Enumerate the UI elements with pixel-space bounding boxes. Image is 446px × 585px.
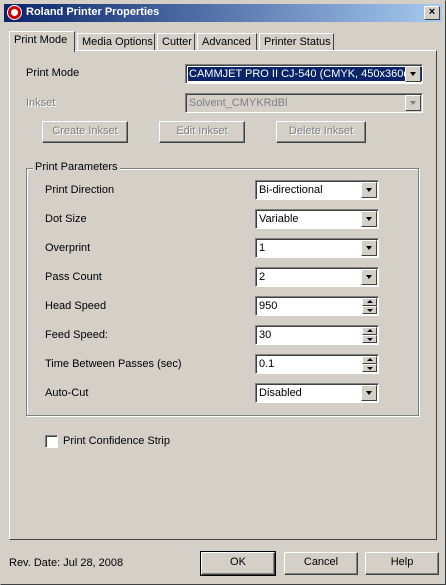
- tab-print-mode[interactable]: Print Mode: [9, 31, 75, 52]
- spin-down-icon[interactable]: [362, 335, 377, 343]
- chevron-down-icon[interactable]: [361, 385, 377, 401]
- feed-speed-label: Feed Speed:: [45, 329, 108, 341]
- rev-date-text: Rev. Date: Jul 28, 2008: [9, 557, 124, 569]
- spin-up-icon[interactable]: [362, 298, 377, 306]
- pass-count-value: 2: [259, 271, 266, 283]
- spin-down-icon[interactable]: [362, 306, 377, 314]
- tab-media-options[interactable]: Media Options: [77, 33, 155, 51]
- chevron-down-icon[interactable]: [361, 269, 377, 285]
- title-bar[interactable]: Roland Printer Properties ×: [4, 4, 442, 22]
- spin-up-icon[interactable]: [362, 356, 377, 364]
- print-mode-value: CAMMJET PRO II CJ-540 (CMYK, 450x360dpi): [187, 66, 422, 82]
- chevron-down-icon[interactable]: [361, 182, 377, 198]
- time-between-passes-value: 0.1: [259, 358, 275, 370]
- chevron-down-icon[interactable]: [405, 66, 421, 82]
- feed-speed-value: 30: [259, 329, 272, 341]
- feed-speed-spin-buttons: [362, 327, 377, 343]
- inkset-select[interactable]: Solvent_CMYKRdBl: [185, 93, 423, 113]
- print-mode-select[interactable]: CAMMJET PRO II CJ-540 (CMYK, 450x360dpi): [185, 64, 423, 84]
- head-speed-spin-buttons: [362, 298, 377, 314]
- inkset-label: Inkset: [26, 97, 56, 109]
- print-direction-value: Bi-directional: [259, 184, 323, 196]
- time-between-passes-spinner[interactable]: 0.1: [255, 354, 379, 374]
- auto-cut-value: Disabled: [259, 387, 302, 399]
- spin-up-icon[interactable]: [362, 327, 377, 335]
- time-between-passes-label: Time Between Passes (sec): [45, 358, 182, 370]
- roland-logo-icon: [7, 5, 22, 20]
- overprint-select[interactable]: 1: [255, 238, 379, 258]
- head-speed-value: 950: [259, 300, 278, 312]
- head-speed-label: Head Speed: [45, 300, 107, 312]
- time-between-passes-spin-buttons: [362, 356, 377, 372]
- print-parameters-legend: Print Parameters: [33, 161, 120, 173]
- overprint-label: Overprint: [45, 242, 91, 254]
- print-direction-select[interactable]: Bi-directional: [255, 180, 379, 200]
- tab-printer-status[interactable]: Printer Status: [259, 33, 334, 51]
- delete-inkset-button[interactable]: Delete Inkset: [276, 121, 366, 143]
- tab-cutter[interactable]: Cutter: [157, 33, 195, 51]
- auto-cut-label: Auto-Cut: [45, 387, 89, 399]
- create-inkset-button[interactable]: Create Inkset: [42, 121, 128, 143]
- cancel-button[interactable]: Cancel: [284, 552, 358, 575]
- print-confidence-strip-label[interactable]: Print Confidence Strip: [63, 435, 170, 447]
- print-mode-label: Print Mode: [26, 67, 80, 79]
- chevron-down-icon[interactable]: [405, 95, 421, 111]
- pass-count-label: Pass Count: [45, 271, 102, 283]
- inkset-value: Solvent_CMYKRdBl: [189, 97, 288, 109]
- dot-size-label: Dot Size: [45, 213, 87, 225]
- overprint-value: 1: [259, 242, 266, 254]
- dot-size-select[interactable]: Variable: [255, 209, 379, 229]
- tab-panel-print-mode: Print Mode CAMMJET PRO II CJ-540 (CMYK, …: [9, 50, 437, 540]
- auto-cut-select[interactable]: Disabled: [255, 383, 379, 403]
- tab-advanced[interactable]: Advanced: [197, 33, 257, 51]
- head-speed-spinner[interactable]: 950: [255, 296, 379, 316]
- ok-button[interactable]: OK: [200, 551, 276, 576]
- chevron-down-icon[interactable]: [361, 240, 377, 256]
- print-confidence-strip-checkbox[interactable]: [45, 435, 58, 448]
- window-title: Roland Printer Properties: [26, 6, 160, 18]
- close-button[interactable]: ×: [424, 6, 440, 20]
- print-direction-label: Print Direction: [45, 184, 115, 196]
- dialog-window: Roland Printer Properties × Print Mode M…: [0, 0, 446, 585]
- pass-count-select[interactable]: 2: [255, 267, 379, 287]
- print-parameters-group: Print Parameters Print Direction Bi-dire…: [26, 161, 419, 416]
- dot-size-value: Variable: [259, 213, 299, 225]
- feed-speed-spinner[interactable]: 30: [255, 325, 379, 345]
- help-button[interactable]: Help: [365, 552, 439, 575]
- edit-inkset-button[interactable]: Edit Inkset: [159, 121, 245, 143]
- chevron-down-icon[interactable]: [361, 211, 377, 227]
- spin-down-icon[interactable]: [362, 364, 377, 372]
